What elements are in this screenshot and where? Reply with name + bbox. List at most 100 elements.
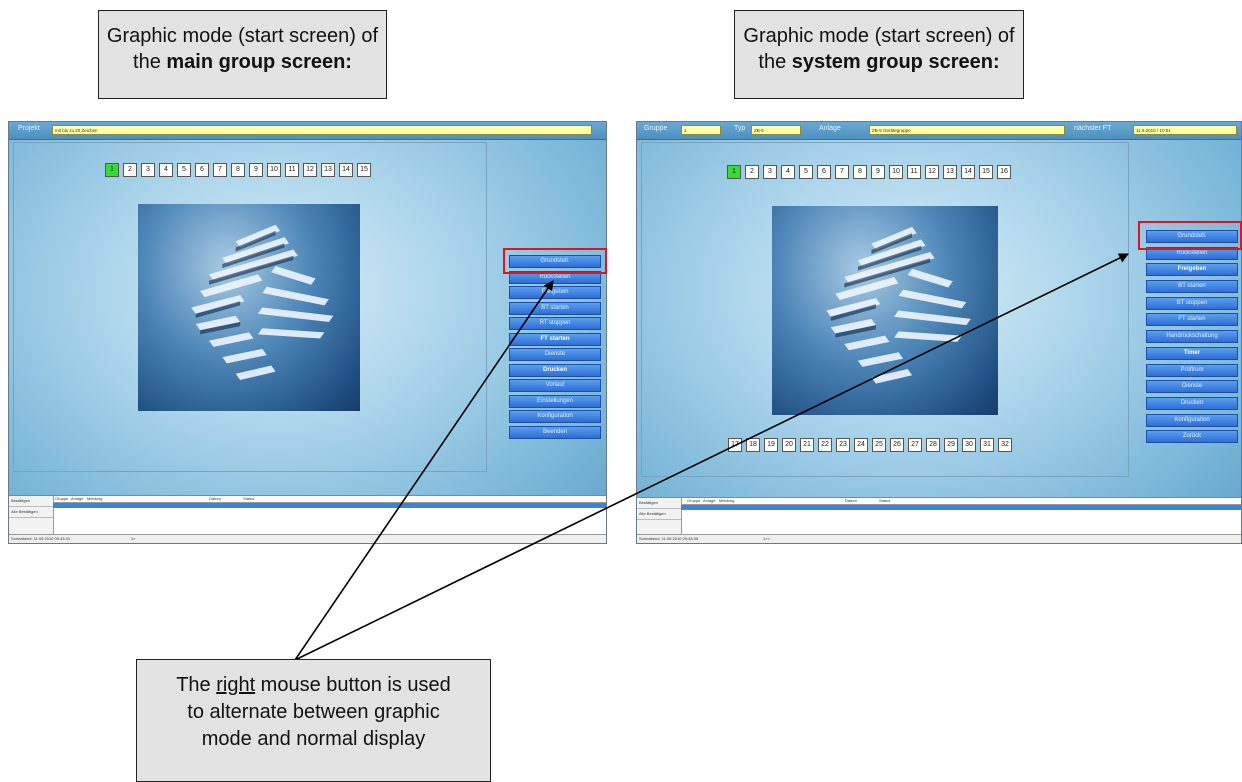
system-number-button[interactable]: 1 — [727, 165, 741, 179]
freigeben-button[interactable]: Freigeben — [1146, 263, 1238, 277]
bestaetigen-button[interactable]: Bestätigen — [9, 496, 53, 507]
bt-starten-button[interactable]: BT starten — [509, 301, 601, 315]
zurueck-button[interactable]: Zurück — [1146, 430, 1238, 444]
system-number-button[interactable]: 12 — [925, 165, 939, 179]
system-number-button[interactable]: 10 — [889, 165, 903, 179]
col-anlage: Anlage — [71, 496, 84, 501]
system-number-button[interactable]: 8 — [853, 165, 867, 179]
bestaetigen-button[interactable]: Bestätigen — [637, 498, 681, 509]
system-number-button[interactable]: 21 — [800, 438, 814, 452]
group-number-button[interactable]: 3 — [141, 163, 155, 177]
group-number-button[interactable]: 8 — [231, 163, 245, 177]
system-number-button[interactable]: 25 — [872, 438, 886, 452]
group-number-button[interactable]: 4 — [159, 163, 173, 177]
system-number-button[interactable]: 9 — [871, 165, 885, 179]
bt-stoppen-button[interactable]: BT stoppen — [1146, 296, 1238, 310]
system-highlight-frame — [1138, 221, 1242, 250]
system-number-button[interactable]: 30 — [962, 438, 976, 452]
system-number-button[interactable]: 2 — [745, 165, 759, 179]
callout-main-group: Graphic mode (start screen) of the main … — [98, 10, 387, 99]
timer-button[interactable]: Timer — [1146, 346, 1238, 360]
col-gruppe: Gruppe — [687, 498, 701, 503]
main-group-screenshot: Projekt mit bis zu 20 Zeichen 1 2 3 4 5 … — [8, 121, 607, 544]
callout-system-line1: Graphic mode (start screen) of — [743, 25, 1015, 47]
main-statusbar: Sonnabend, 11.09.2010 09:43:31 1> — [9, 534, 606, 543]
system-alarm-table: Bestätigen Alle Bestätigen Gruppe Anlage… — [637, 497, 1241, 543]
system-action-buttons: Grundstell. Rückstellen Freigeben BT sta… — [1146, 230, 1238, 444]
callout-bottom-line1: The right mouse button is used — [176, 674, 451, 696]
group-number-button[interactable]: 1 — [105, 163, 119, 177]
ft-starten-button[interactable]: FT starten — [509, 332, 601, 346]
group-number-button[interactable]: 9 — [249, 163, 263, 177]
drucken-button[interactable]: Drucken — [509, 363, 601, 377]
system-number-button[interactable]: 32 — [998, 438, 1012, 452]
group-number-button[interactable]: 11 — [285, 163, 299, 177]
system-number-button[interactable]: 23 — [836, 438, 850, 452]
group-number-button[interactable]: 6 — [195, 163, 209, 177]
system-number-button[interactable]: 26 — [890, 438, 904, 452]
col-anlage: Anlage — [703, 498, 716, 503]
main-topbar: Projekt mit bis zu 20 Zeichen — [9, 122, 606, 140]
group-number-button[interactable]: 13 — [321, 163, 335, 177]
system-number-button[interactable]: 19 — [764, 438, 778, 452]
system-number-button[interactable]: 15 — [979, 165, 993, 179]
system-number-button[interactable]: 24 — [854, 438, 868, 452]
system-number-button[interactable]: 11 — [907, 165, 921, 179]
system-number-button[interactable]: 29 — [944, 438, 958, 452]
einstellungen-button[interactable]: Einstellungen — [509, 394, 601, 408]
system-number-button[interactable]: 3 — [763, 165, 777, 179]
group-number-button[interactable]: 15 — [357, 163, 371, 177]
main-table-header: Gruppe Anlage Meldung Datum Status — [53, 496, 606, 503]
system-number-button[interactable]: 20 — [782, 438, 796, 452]
gruppe-label: Gruppe — [644, 125, 668, 132]
typ-field[interactable]: ZB-5 — [751, 125, 801, 135]
system-number-button[interactable]: 4 — [781, 165, 795, 179]
table-row-selected[interactable] — [681, 505, 1241, 510]
bt-starten-button[interactable]: BT starten — [1146, 280, 1238, 294]
projekt-field[interactable]: mit bis zu 20 Zeichen — [52, 125, 592, 135]
drucken-button[interactable]: Drucken — [1146, 396, 1238, 410]
col-meldung: Meldung — [719, 498, 735, 503]
system-number-button[interactable]: 13 — [943, 165, 957, 179]
group-number-button[interactable]: 10 — [267, 163, 281, 177]
group-number-button[interactable]: 12 — [303, 163, 317, 177]
system-number-button[interactable]: 22 — [818, 438, 832, 452]
main-group-number-row: 1 2 3 4 5 6 7 8 9 10 11 12 13 14 15 — [105, 163, 371, 177]
system-number-button[interactable]: 14 — [961, 165, 975, 179]
prueftrum-button[interactable]: Prüftrum — [1146, 363, 1238, 377]
rt-stoppen-button[interactable]: RT stoppen — [509, 317, 601, 330]
system-number-button[interactable]: 16 — [997, 165, 1011, 179]
group-number-button[interactable]: 7 — [213, 163, 227, 177]
table-row-selected[interactable] — [53, 503, 606, 508]
system-number-button[interactable]: 18 — [746, 438, 760, 452]
system-number-button[interactable]: 27 — [908, 438, 922, 452]
alle-bestaetigen-button[interactable]: Alle Bestätigen — [637, 509, 681, 520]
anlage-field[interactable]: ZB-5 Gerätegruppe — [869, 125, 1065, 135]
group-number-button[interactable]: 2 — [123, 163, 137, 177]
system-number-row-top: 1 2 3 4 5 6 7 8 9 10 11 12 13 14 15 16 — [727, 165, 1011, 179]
naechster-ft-field[interactable]: 11.9.2010 / 10:01 — [1133, 125, 1237, 135]
vorlauf-button[interactable]: Vorlauf — [509, 379, 601, 392]
system-number-button[interactable]: 5 — [799, 165, 813, 179]
ft-starten-button[interactable]: FT starten — [1146, 313, 1238, 327]
konfiguration-button[interactable]: Konfiguration — [1146, 413, 1238, 427]
system-number-button[interactable]: 31 — [980, 438, 994, 452]
group-number-button[interactable]: 5 — [177, 163, 191, 177]
alle-bestaetigen-button[interactable]: Alle Bestätigen — [9, 507, 53, 518]
anlage-label: Anlage — [819, 125, 841, 132]
col-datum: Datum — [845, 498, 857, 503]
system-number-button[interactable]: 17 — [728, 438, 742, 452]
handruckschaltung-button[interactable]: Handrückschaltung — [1146, 330, 1238, 344]
system-number-button[interactable]: 28 — [926, 438, 940, 452]
callout-right-mouse-button: The right mouse button is used to altern… — [136, 659, 491, 782]
group-number-button[interactable]: 14 — [339, 163, 353, 177]
naechster-ft-label: nächster FT — [1074, 125, 1112, 132]
system-number-button[interactable]: 6 — [817, 165, 831, 179]
dienste-button[interactable]: Dienste — [509, 348, 601, 361]
konfiguration-button[interactable]: Konfiguration — [509, 410, 601, 423]
gruppe-field[interactable]: 1 — [681, 125, 721, 135]
freigeben-button[interactable]: Freigeben — [509, 286, 601, 299]
beenden-button[interactable]: Beenden — [509, 425, 601, 439]
dienste-button[interactable]: Dienste — [1146, 380, 1238, 394]
system-number-button[interactable]: 7 — [835, 165, 849, 179]
